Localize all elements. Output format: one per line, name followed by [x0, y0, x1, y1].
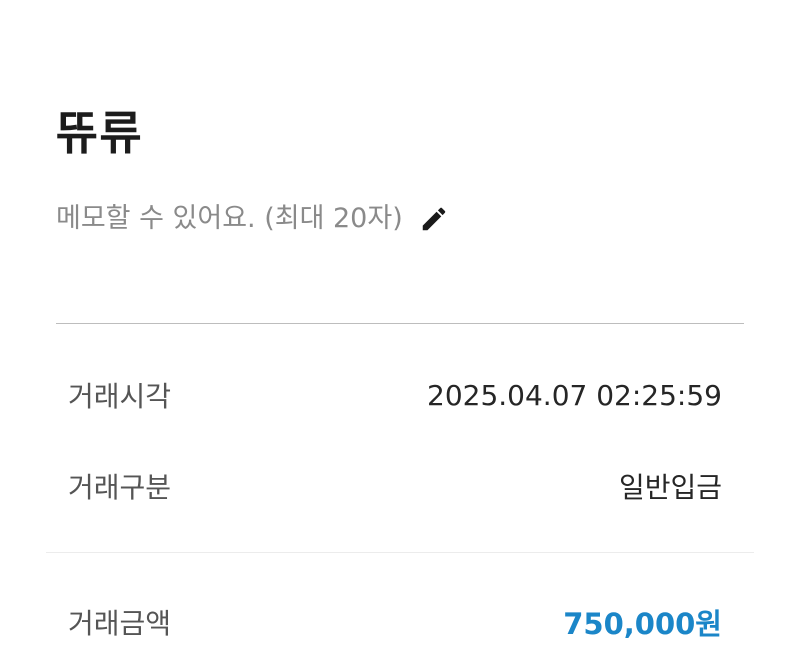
- detail-value: 일반입금: [618, 471, 722, 504]
- detail-value: 2025.04.07 02:25:59: [427, 378, 722, 412]
- detail-row-amount: 거래금액 750,000원: [68, 599, 722, 645]
- amount-value: 750,000원: [563, 607, 722, 641]
- section-divider: [56, 323, 744, 324]
- detail-row-time: 거래시각 2025.04.07 02:25:59: [68, 372, 722, 418]
- detail-label: 거래시각: [68, 380, 172, 413]
- detail-row-type: 거래구분 일반입금: [68, 463, 722, 509]
- amount-label: 거래금액: [68, 607, 172, 640]
- memo-edit-row[interactable]: 메모할 수 있어요. (최대 20자): [56, 198, 449, 240]
- pencil-icon[interactable]: [419, 204, 449, 234]
- detail-label: 거래구분: [68, 471, 172, 504]
- transaction-title: 뜌류: [56, 106, 143, 160]
- memo-placeholder: 메모할 수 있어요. (최대 20자): [56, 203, 403, 234]
- amount-divider: [46, 552, 754, 553]
